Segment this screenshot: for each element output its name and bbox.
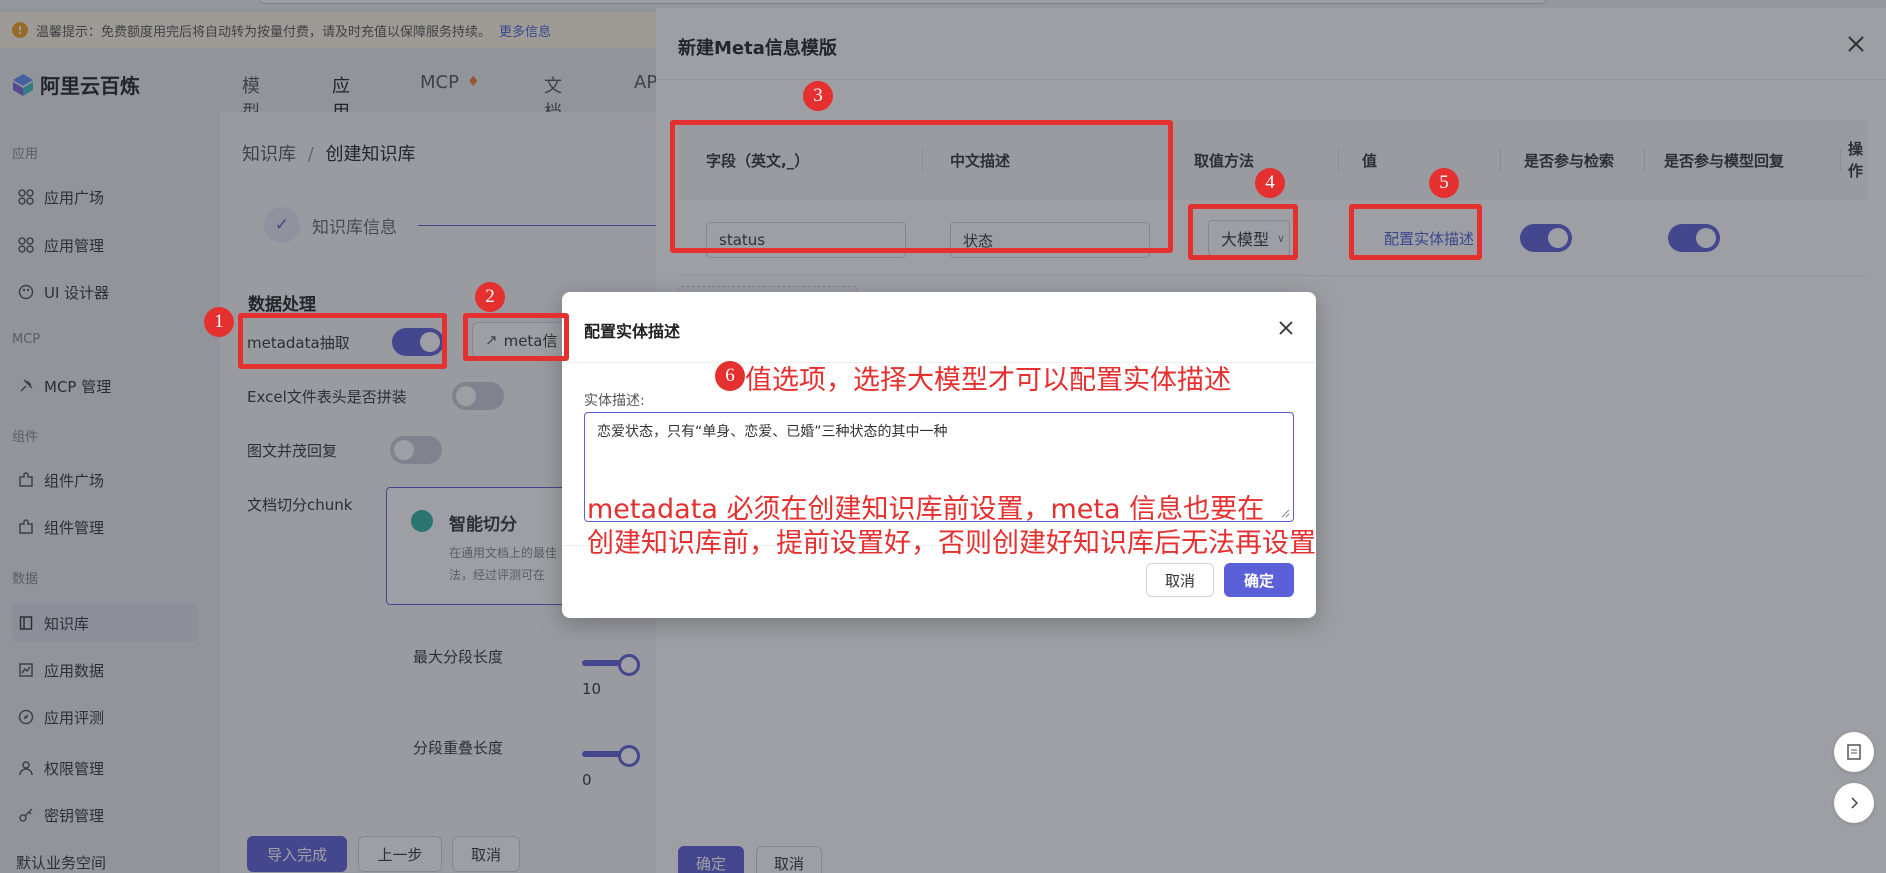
annotation-frame-5 [1349,204,1482,260]
annotation-frame-4 [1188,204,1298,260]
resize-handle-icon[interactable] [1280,508,1290,518]
annotation-frame-2 [463,313,569,361]
annotation-note-6: 值选项，选择大模型才可以配置实体描述 [745,365,1231,396]
entity-desc-value: 恋爱状态，只有“单身、恋爱、已婚”三种状态的其中一种 [597,424,948,440]
annotation-frame-3 [670,120,1173,253]
modal-title: 配置实体描述 [584,322,681,341]
entity-desc-label: 实体描述: [584,393,645,409]
modal-confirm-button[interactable]: 确定 [1224,563,1294,597]
annotation-mark-4: 4 [1255,168,1285,198]
modal-cancel-button[interactable]: 取消 [1146,563,1214,597]
chevron-right-icon[interactable] [1834,783,1874,823]
annotation-mark-1: 1 [204,307,234,337]
annotation-frame-1 [238,313,447,369]
entity-description-modal: 配置实体描述 实体描述: 恋爱状态，只有“单身、恋爱、已婚”三种状态的其中一种 … [562,292,1316,618]
page-overlay [0,0,656,873]
annotation-mark-3: 3 [803,81,833,111]
annotation-mark-2: 2 [475,282,505,312]
annotation-mark-6: 6 [715,361,745,391]
close-icon[interactable] [1276,318,1296,338]
annotation-note-line2: 创建知识库前，提前设置好，否则创建好知识库后无法再设置 [587,528,1316,559]
annotation-mark-5: 5 [1429,168,1459,198]
document-icon[interactable] [1834,732,1874,772]
